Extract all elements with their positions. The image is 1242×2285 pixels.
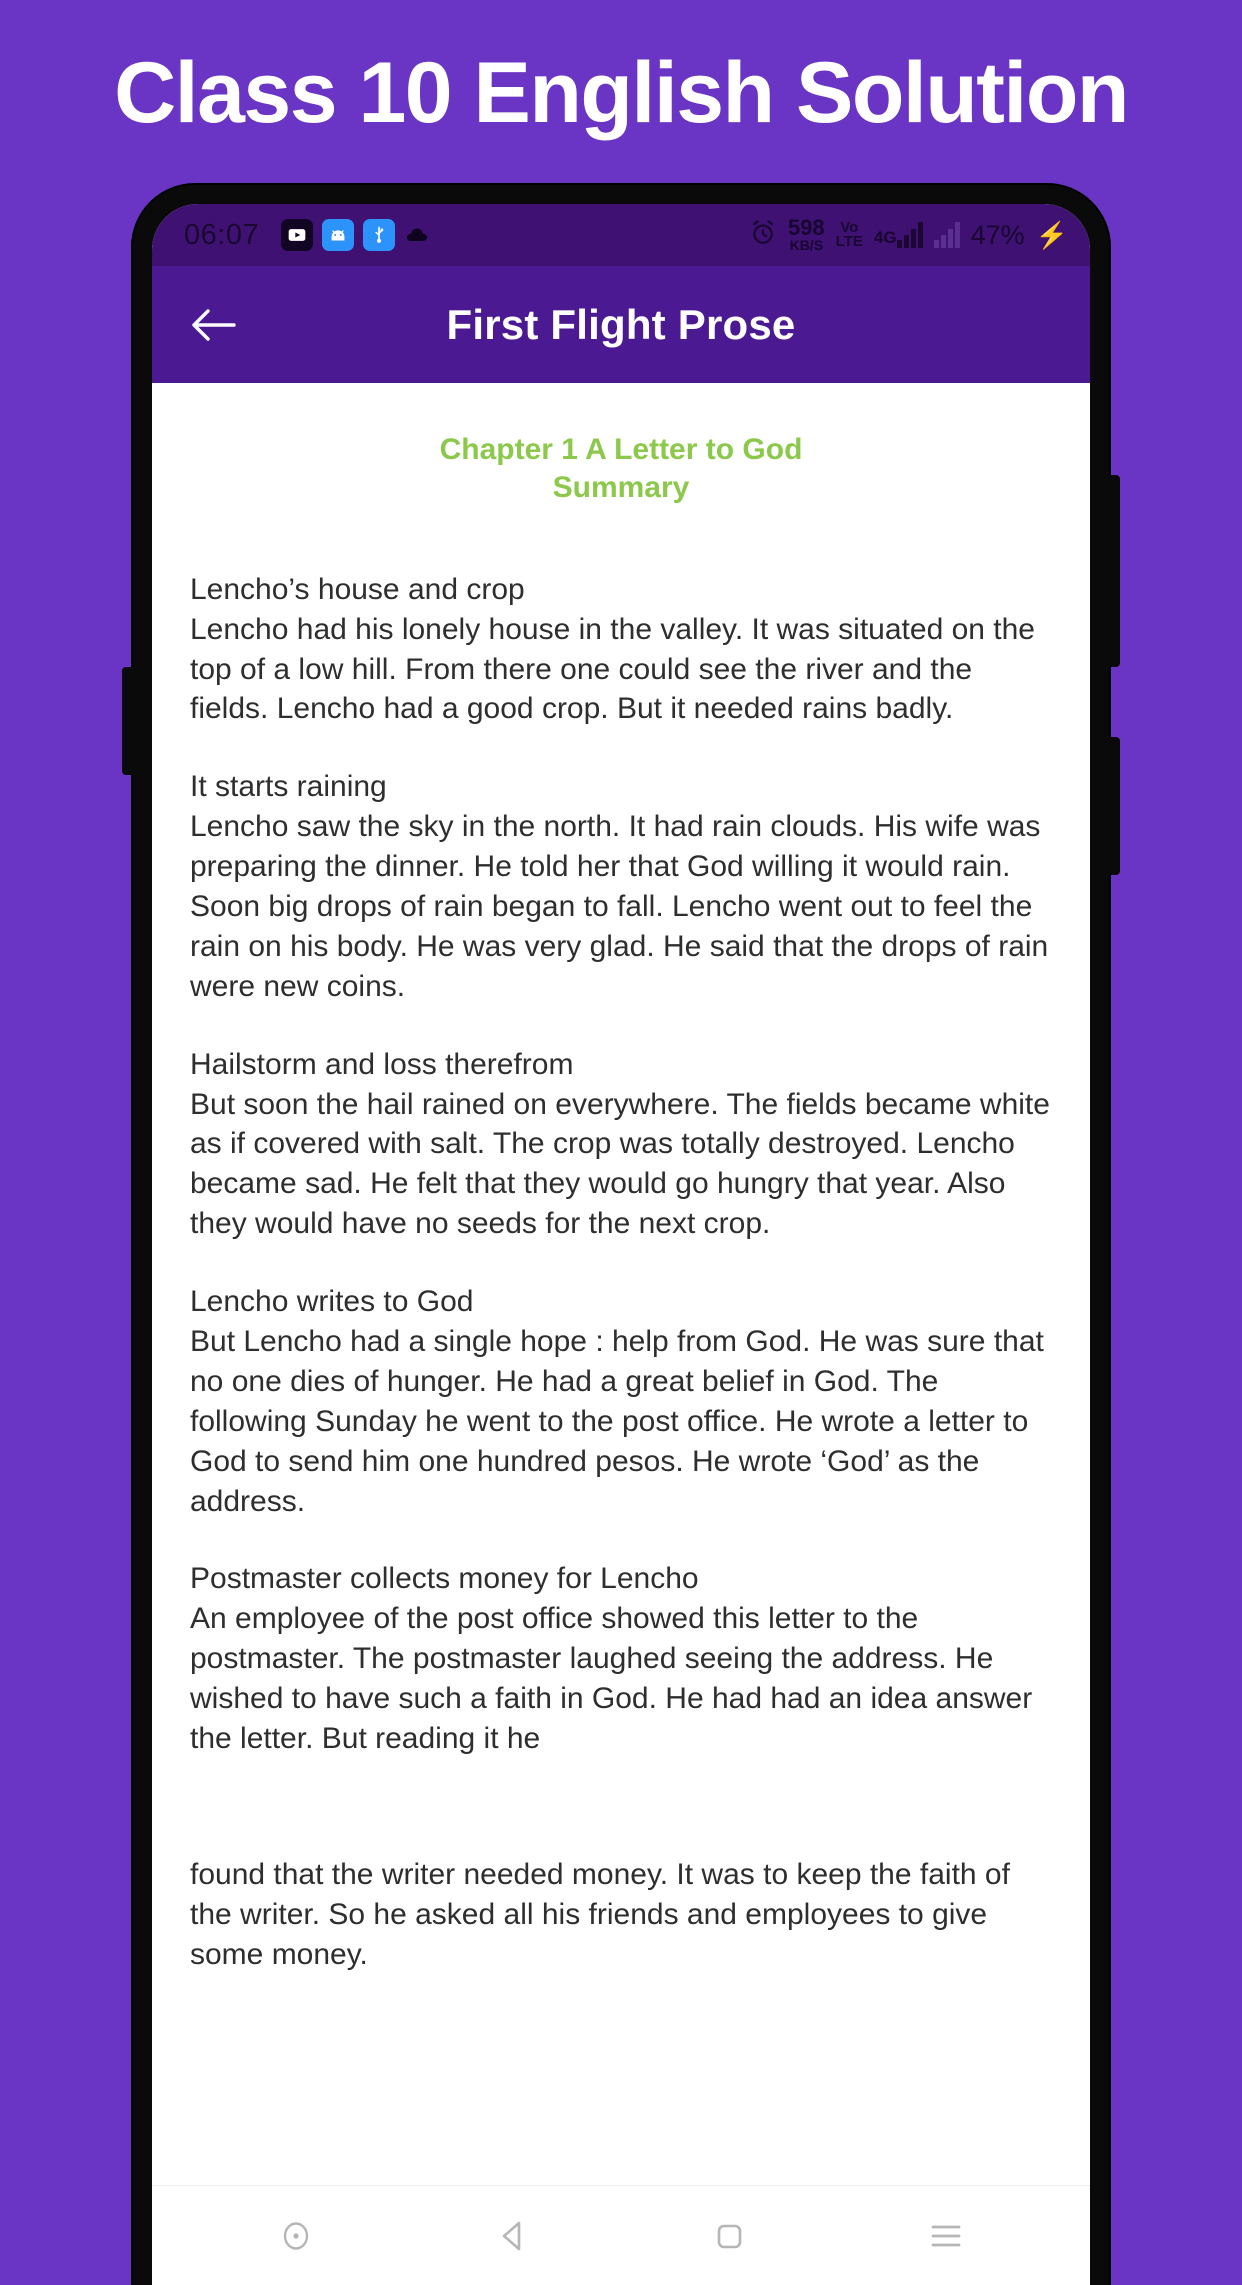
status-right-cluster: 598 KB/S Vo LTE 4G 47% ⚡ [749, 214, 1068, 253]
section-body: But Lencho had a single hope : help from… [190, 1325, 1044, 1518]
banner-title: Class 10 English Solution [114, 44, 1129, 141]
summary-section: Lencho’s house and crop Lencho had his l… [190, 570, 1052, 730]
section-body: An employee of the post office showed th… [190, 1602, 1033, 1756]
volume-button[interactable] [122, 667, 133, 775]
system-navigation-bar [152, 2185, 1090, 2285]
app-bar: First Flight Prose [152, 266, 1090, 383]
android-icon [322, 219, 355, 251]
data-speed-indicator: 598 KB/S [787, 214, 825, 253]
phone-screen: 06:07 598 KB/S Vo LTE 4G 47% ⚡ First Fli… [152, 204, 1090, 2285]
power-button-upper[interactable] [1109, 475, 1120, 667]
phone-device-frame: 06:07 598 KB/S Vo LTE 4G 47% ⚡ First Fli… [122, 185, 1120, 2285]
battery-percent-label: 47% [970, 219, 1025, 250]
youtube-icon [281, 219, 314, 251]
back-triangle-icon[interactable] [470, 2193, 556, 2279]
alarm-icon [749, 219, 777, 252]
status-notification-icons [281, 219, 436, 251]
data-speed-value: 598 [787, 214, 825, 240]
network-type-label: 4G [873, 228, 897, 247]
section-heading: It starts raining [190, 770, 387, 804]
summary-section: It starts raining Lencho saw the sky in … [190, 767, 1052, 1006]
summary-body: Lencho’s house and crop Lencho had his l… [152, 570, 1090, 1975]
usb-icon [363, 219, 396, 251]
section-body: Lencho had his lonely house in the valle… [190, 612, 1035, 726]
volte-indicator: Vo LTE [835, 220, 863, 250]
section-heading: Lencho’s house and crop [190, 572, 525, 606]
signal-sim1: 4G [874, 222, 923, 248]
cloud-icon [404, 219, 436, 251]
charging-bolt-icon: ⚡ [1035, 219, 1068, 250]
section-heading: Hailstorm and loss therefrom [190, 1047, 574, 1081]
data-speed-unit: KB/S [789, 236, 824, 253]
chapter-heading-line-2: Summary [552, 471, 690, 505]
summary-section: Hailstorm and loss therefrom But soon th… [190, 1045, 1052, 1244]
status-clock: 06:07 [184, 218, 260, 251]
continuation-paragraph: found that the writer needed money. It w… [190, 1857, 1010, 1971]
content-gap [190, 1797, 1052, 1855]
signal-bars-sim2 [933, 222, 960, 248]
summary-section: Postmaster collects money for Lencho An … [190, 1559, 1052, 1758]
summary-section: Lencho writes to God But Lencho had a si… [190, 1282, 1052, 1521]
section-body: Lencho saw the sky in the north. It had … [190, 810, 1049, 1003]
chapter-heading: Chapter 1 A Letter to God Summary [152, 383, 1090, 508]
status-bar: 06:07 598 KB/S Vo LTE 4G 47% ⚡ [152, 204, 1090, 266]
back-arrow-icon[interactable] [182, 294, 244, 356]
section-heading: Postmaster collects money for Lencho [190, 1562, 699, 1596]
recents-menu-icon[interactable] [903, 2193, 989, 2279]
section-heading: Lencho writes to God [190, 1285, 474, 1319]
signal-bars-sim1 [896, 222, 923, 248]
section-body: But soon the hail rained on everywhere. … [190, 1087, 1050, 1241]
signal-sim2 [933, 222, 960, 248]
assistant-circle-icon[interactable] [253, 2193, 339, 2279]
banner: Class 10 English Solution [0, 0, 1242, 185]
home-square-icon[interactable] [686, 2193, 772, 2279]
volte-line-2: LTE [835, 233, 863, 250]
chapter-heading-line-1: Chapter 1 A Letter to God [439, 433, 803, 466]
page-title: First Flight Prose [446, 300, 796, 348]
power-button-lower[interactable] [1109, 737, 1120, 875]
content-area[interactable]: Chapter 1 A Letter to God Summary Lencho… [152, 383, 1090, 2285]
